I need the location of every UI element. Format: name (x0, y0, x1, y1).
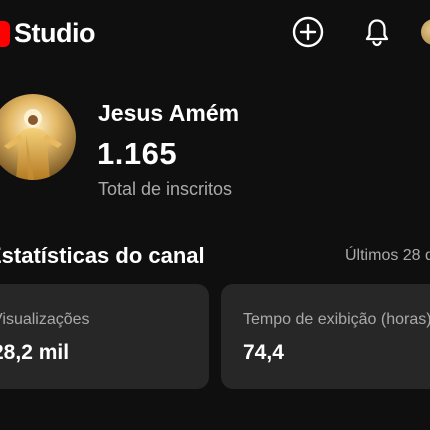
create-button[interactable] (292, 16, 324, 48)
bell-icon (365, 19, 389, 47)
top-app-bar: Studio (0, 0, 430, 70)
channel-avatar-image (0, 94, 76, 180)
views-value: 28,2 mil (0, 341, 70, 364)
channel-stats-title: Estatísticas do canal (0, 243, 205, 268)
subscriber-count: 1.165 (97, 136, 178, 171)
watch-time-card[interactable]: Tempo de exibição (horas) 74,4 (221, 284, 430, 389)
channel-avatar[interactable] (0, 94, 76, 180)
app-name: Studio (14, 18, 95, 48)
notifications-button[interactable] (361, 16, 393, 48)
studio-logo[interactable]: Studio (0, 18, 95, 49)
watch-time-value: 74,4 (243, 341, 284, 364)
channel-name: Jesus Amém (98, 100, 240, 126)
stats-period[interactable]: Últimos 28 dias (345, 247, 430, 265)
youtube-studio-dashboard: Studio Jesus Amém 1.165 Total de inscrit… (0, 0, 430, 430)
views-label: Visualizações (0, 311, 90, 328)
add-circle-icon (292, 16, 324, 48)
account-avatar[interactable] (421, 19, 430, 45)
youtube-play-icon (0, 20, 10, 47)
watch-time-label: Tempo de exibição (horas) (243, 311, 430, 328)
views-card[interactable]: Visualizações 28,2 mil (0, 284, 209, 389)
subscriber-label: Total de inscritos (98, 179, 233, 199)
